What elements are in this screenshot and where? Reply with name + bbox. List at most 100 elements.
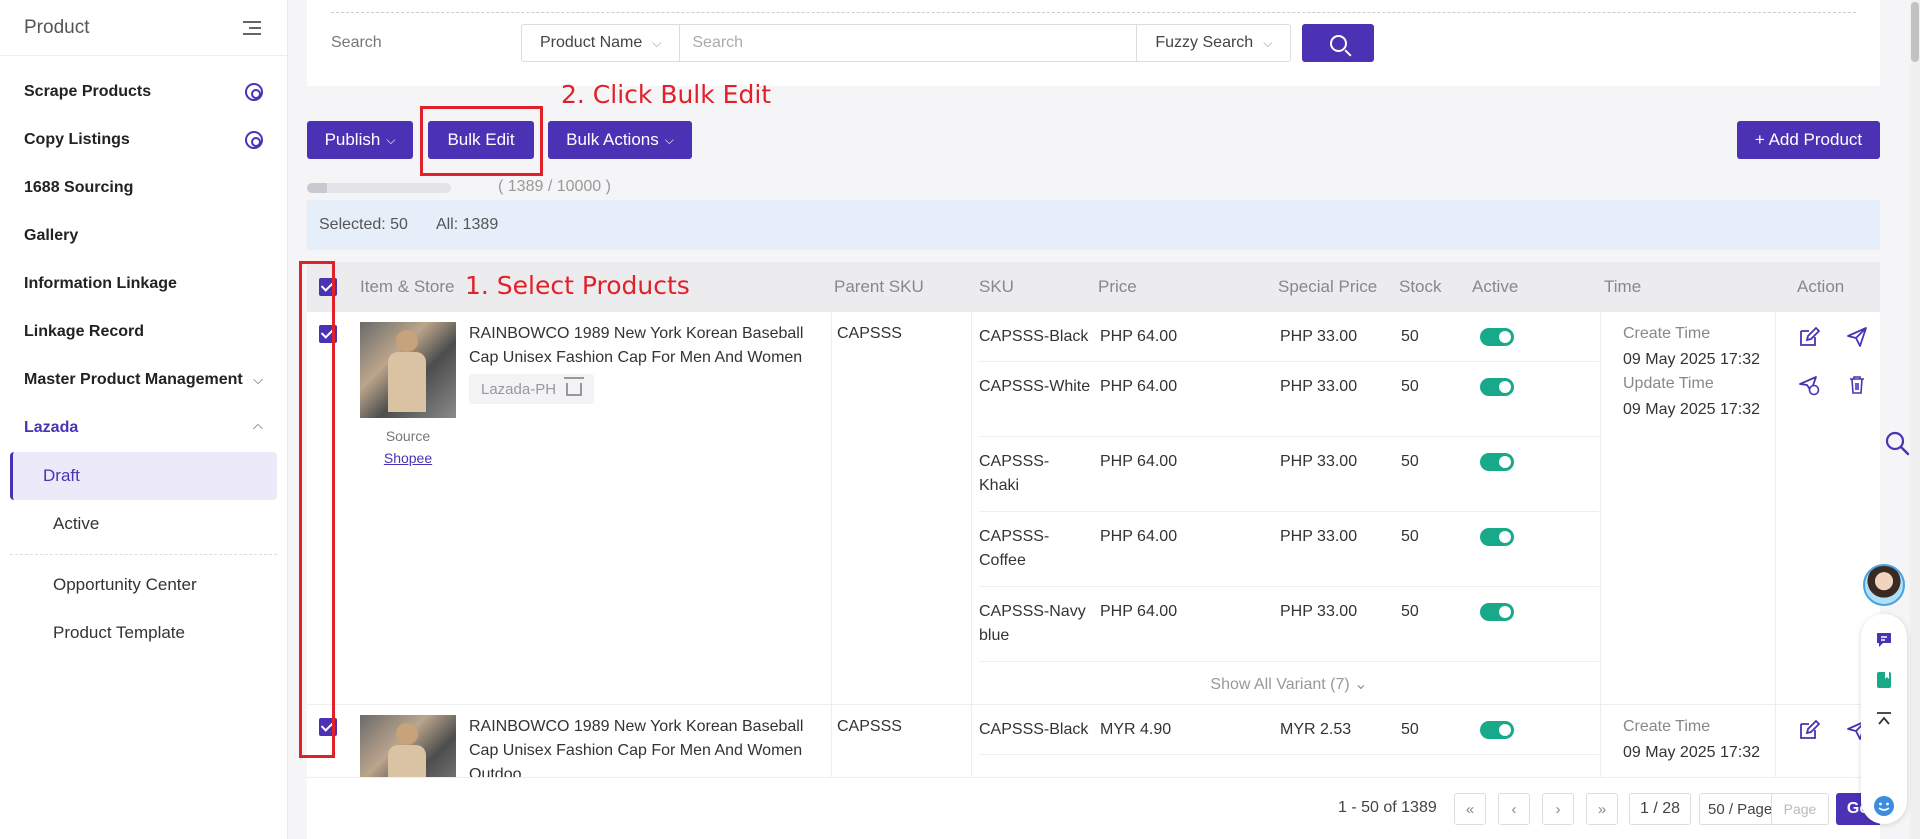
col-parent-sku: Parent SKU bbox=[834, 277, 924, 296]
variant-price: PHP 64.00 bbox=[1100, 603, 1178, 620]
search-mode-select[interactable]: Fuzzy Search ⌵ bbox=[1136, 25, 1290, 61]
gear-icon[interactable] bbox=[245, 83, 263, 101]
product-title[interactable]: RAINBOWCO 1989 New York Korean Baseball … bbox=[469, 715, 829, 777]
add-product-button[interactable]: + Add Product bbox=[1737, 121, 1880, 159]
store-name: Lazada-PH bbox=[481, 380, 557, 398]
update-time-label: Update Time bbox=[1623, 375, 1714, 392]
chevron-up-icon: ⌵ bbox=[253, 421, 263, 436]
divider bbox=[331, 12, 1856, 13]
variant-sku: CAPSSS-Black bbox=[979, 328, 1089, 345]
floating-support-panel bbox=[1861, 564, 1907, 824]
search-label: Search bbox=[331, 34, 382, 51]
next-page-icon[interactable]: › bbox=[1542, 793, 1574, 825]
sidebar-item-active[interactable]: Active bbox=[10, 500, 277, 548]
sidebar-item-lazada[interactable]: Lazada ⌵ bbox=[0, 404, 287, 452]
publish-icon[interactable] bbox=[1846, 326, 1868, 348]
active-toggle[interactable] bbox=[1480, 721, 1514, 739]
search-field-value: Product Name bbox=[540, 34, 643, 51]
edit-icon[interactable] bbox=[1798, 326, 1820, 348]
schedule-publish-icon[interactable] bbox=[1798, 374, 1820, 396]
variant-sku: CAPSSS-Coffee bbox=[979, 528, 1050, 569]
sidebar-item-information-linkage[interactable]: Information Linkage bbox=[0, 260, 287, 308]
floating-toolbar bbox=[1861, 614, 1907, 824]
sidebar-item-label: Scrape Products bbox=[24, 83, 152, 100]
current-page: 1 / 28 bbox=[1629, 793, 1691, 825]
col-action: Action bbox=[1797, 277, 1845, 296]
page-jump-input[interactable] bbox=[1771, 793, 1829, 825]
sidebar-item-draft[interactable]: Draft bbox=[10, 452, 277, 500]
search-field-select[interactable]: Product Name ⌵ bbox=[522, 25, 681, 61]
variant-price: PHP 64.00 bbox=[1100, 378, 1178, 395]
sidebar-item-1688-sourcing[interactable]: 1688 Sourcing bbox=[0, 164, 287, 212]
sidebar-item-label: Master Product Management bbox=[24, 371, 243, 388]
sidebar-item-linkage-record[interactable]: Linkage Record bbox=[0, 308, 287, 356]
page-size-value: 50 / Page bbox=[1708, 800, 1773, 818]
bulk-edit-button[interactable]: Bulk Edit bbox=[428, 121, 534, 159]
col-price: Price bbox=[1098, 277, 1137, 296]
table-row: RAINBOWCO 1989 New York Korean Baseball … bbox=[307, 705, 1880, 777]
pagination: 1 - 50 of 1389 « ‹ › » 1 / 28 50 / Page … bbox=[307, 777, 1880, 839]
variant-special-price: MYR 2.53 bbox=[1280, 721, 1352, 738]
search-button[interactable] bbox=[1302, 24, 1374, 62]
store-icon bbox=[564, 376, 585, 396]
sidebar-item-opportunity-center[interactable]: Opportunity Center bbox=[10, 561, 277, 609]
variant-row: CAPSSS-Black PHP 64.00 PHP 33.00 50 bbox=[979, 312, 1599, 362]
sidebar-item-copy-listings[interactable]: Copy Listings bbox=[0, 116, 287, 164]
guide-book-icon[interactable] bbox=[1874, 670, 1894, 690]
chat-icon[interactable] bbox=[1874, 630, 1894, 650]
edit-icon[interactable] bbox=[1798, 719, 1820, 741]
active-toggle[interactable] bbox=[1480, 328, 1514, 346]
pagination-range: 1 - 50 of 1389 bbox=[1338, 799, 1437, 816]
gear-icon[interactable] bbox=[245, 131, 263, 149]
bulk-actions-label: Bulk Actions bbox=[566, 130, 659, 149]
chevron-down-icon: ⌵ bbox=[652, 35, 662, 50]
feedback-smile-icon[interactable] bbox=[1872, 794, 1896, 818]
sidebar-header: Product bbox=[0, 0, 287, 56]
back-to-top-icon[interactable] bbox=[1874, 710, 1894, 730]
chevron-down-icon: ⌵ bbox=[1263, 35, 1273, 50]
annotation-step-2: 2. Click Bulk Edit bbox=[561, 80, 772, 109]
search-panel: Search Product Name ⌵ Fuzzy Search ⌵ bbox=[307, 0, 1880, 86]
variant-sku: CAPSSS-Black bbox=[979, 721, 1089, 738]
col-special-price: Special Price bbox=[1278, 277, 1378, 296]
support-avatar[interactable] bbox=[1863, 564, 1905, 606]
active-toggle[interactable] bbox=[1480, 453, 1514, 471]
last-page-icon[interactable]: » bbox=[1586, 793, 1618, 825]
update-time-value: 09 May 2025 17:32 bbox=[1623, 401, 1760, 418]
active-toggle[interactable] bbox=[1480, 603, 1514, 621]
page-scrollbar[interactable] bbox=[1910, 0, 1920, 839]
create-time-label: Create Time bbox=[1623, 718, 1711, 735]
sidebar-item-label: Draft bbox=[43, 466, 80, 485]
sidebar-title: Product bbox=[24, 16, 90, 38]
sidebar-item-scrape-products[interactable]: Scrape Products bbox=[0, 68, 287, 116]
chevron-down-icon: ⌵ bbox=[386, 132, 396, 147]
col-sku: SKU bbox=[979, 277, 1014, 296]
total-count: All: 1389 bbox=[435, 216, 499, 233]
variant-row: CAPSSS-White PHP 64.00 PHP 33.00 50 bbox=[979, 362, 1599, 437]
active-toggle[interactable] bbox=[1480, 378, 1514, 396]
sidebar-item-label: Lazada bbox=[24, 419, 79, 436]
variant-special-price: PHP 33.00 bbox=[1280, 453, 1358, 470]
sidebar-item-product-template[interactable]: Product Template bbox=[10, 609, 277, 657]
product-thumbnail[interactable] bbox=[360, 322, 456, 418]
first-page-icon[interactable]: « bbox=[1454, 793, 1486, 825]
collapse-menu-icon[interactable] bbox=[243, 20, 263, 36]
variant-price: PHP 64.00 bbox=[1100, 453, 1178, 470]
delete-icon[interactable] bbox=[1846, 374, 1868, 396]
publish-button[interactable]: Publish ⌵ bbox=[307, 121, 413, 159]
prev-page-icon[interactable]: ‹ bbox=[1498, 793, 1530, 825]
col-stock: Stock bbox=[1399, 277, 1442, 296]
product-thumbnail[interactable] bbox=[360, 715, 456, 777]
sidebar-item-gallery[interactable]: Gallery bbox=[0, 212, 287, 260]
scrollbar-thumb[interactable] bbox=[1911, 2, 1919, 62]
bulk-edit-label: Bulk Edit bbox=[447, 130, 515, 149]
sidebar-item-master-product-management[interactable]: Master Product Management ⌵ bbox=[0, 356, 287, 404]
search-input[interactable] bbox=[680, 25, 1137, 61]
active-toggle[interactable] bbox=[1480, 528, 1514, 546]
source-link[interactable]: Shopee bbox=[360, 450, 456, 466]
bulk-actions-button[interactable]: Bulk Actions ⌵ bbox=[548, 121, 692, 159]
col-active: Active bbox=[1472, 277, 1519, 296]
floating-search-icon[interactable] bbox=[1884, 430, 1910, 456]
variant-sku: CAPSSS-White bbox=[979, 378, 1091, 395]
show-all-variants-link[interactable]: Show All Variant (7) ⌄ bbox=[979, 674, 1599, 694]
